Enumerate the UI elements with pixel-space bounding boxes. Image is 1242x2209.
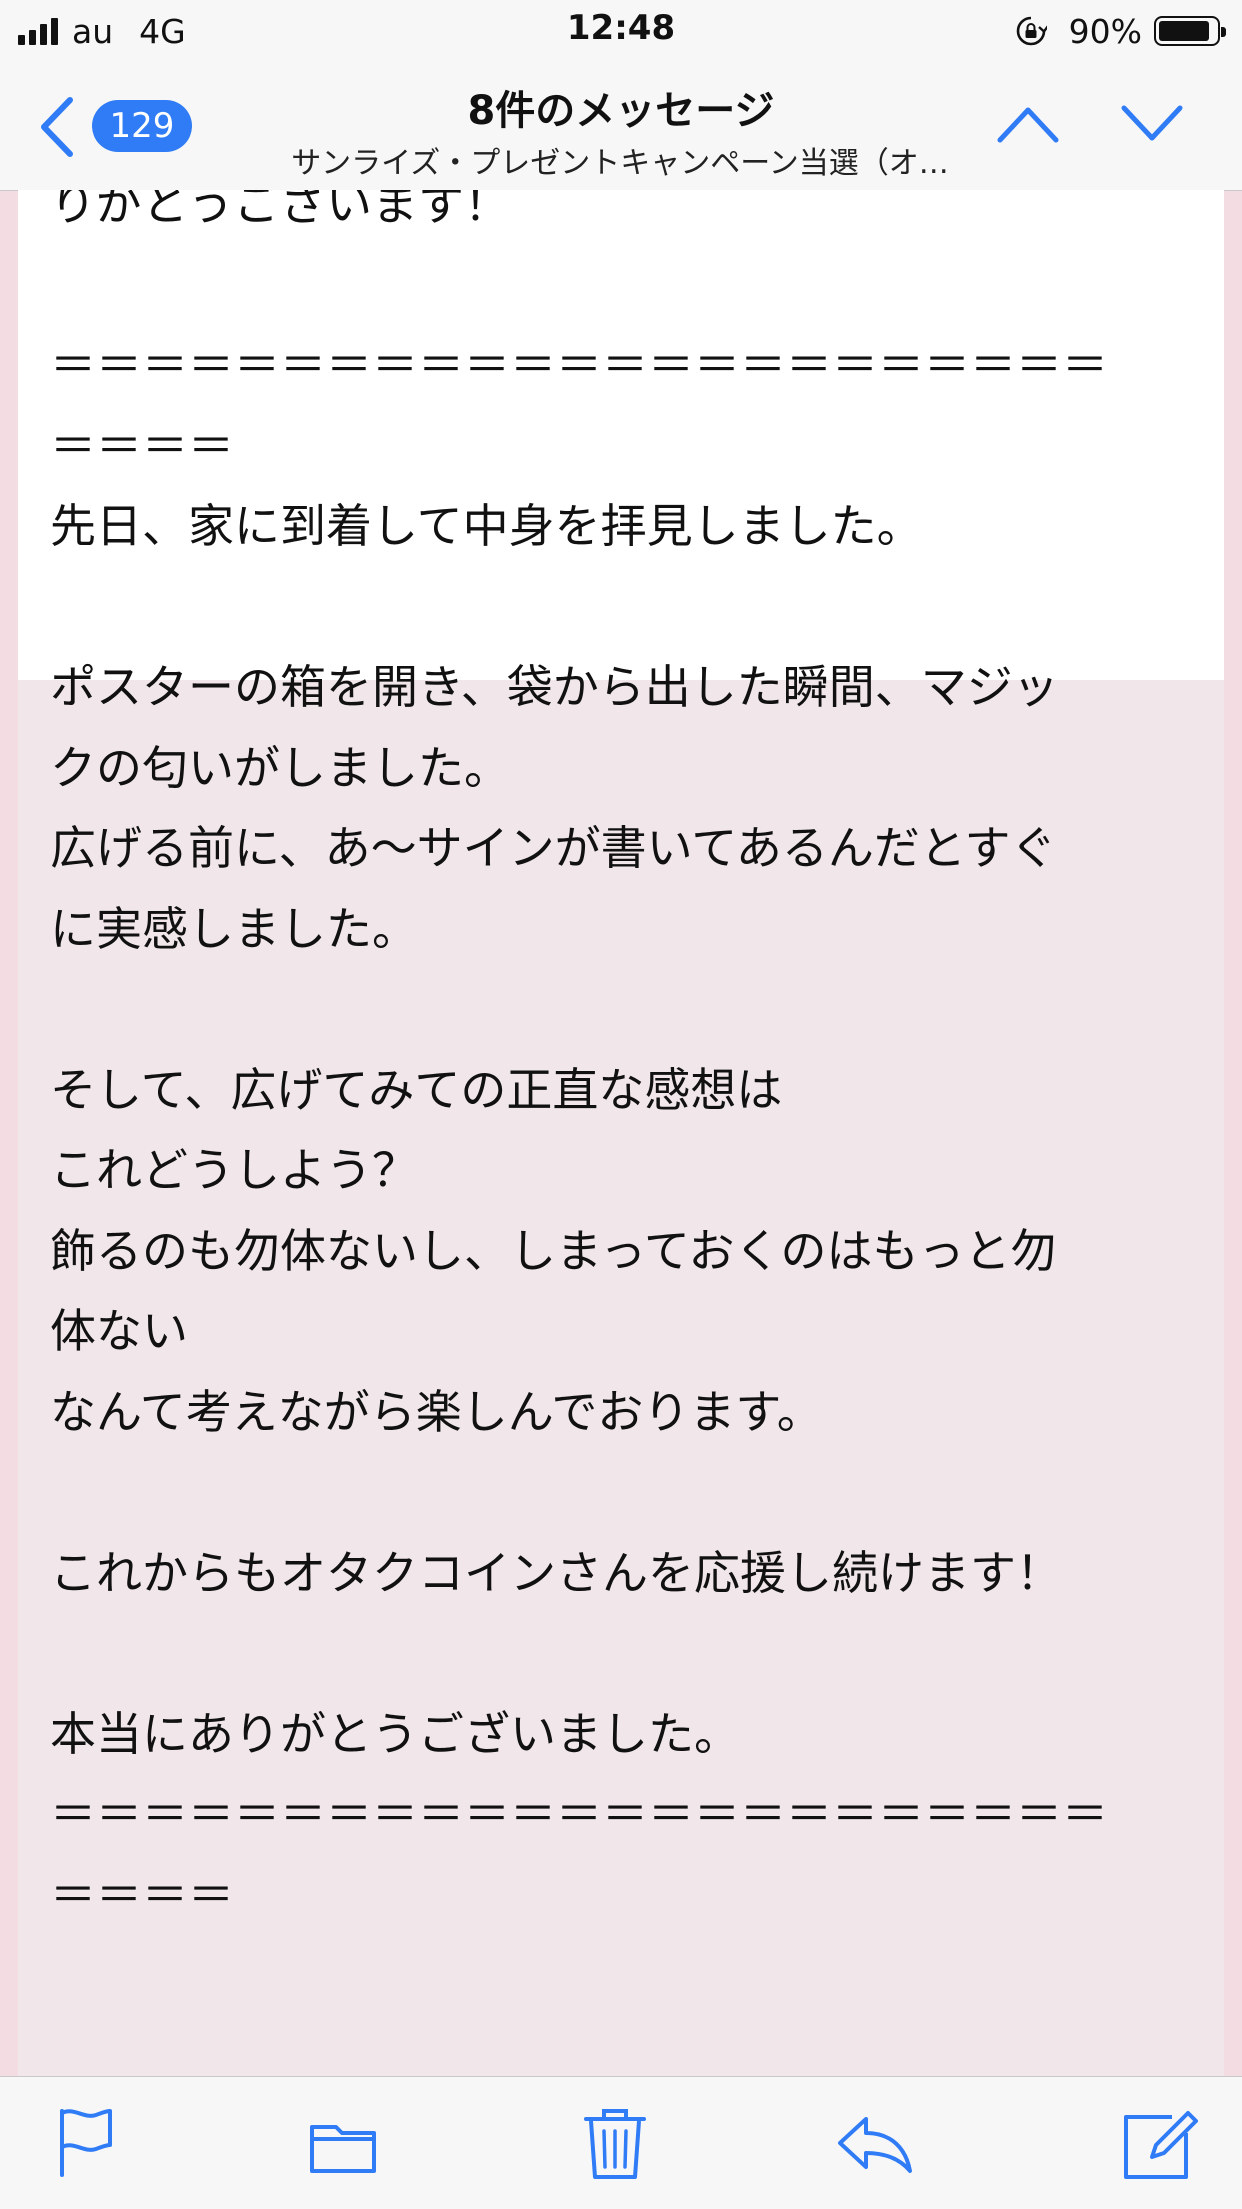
trash-icon	[584, 2109, 646, 2179]
nav-bar: 129 8件のメッセージ サンライズ・プレゼントキャンペーン当選（オ…	[0, 60, 1242, 191]
flag-button[interactable]	[50, 2105, 120, 2181]
reply-button[interactable]	[834, 2105, 914, 2181]
unread-count-badge[interactable]: 129	[92, 100, 192, 152]
message-body: りがとうございます！ ＝＝＝＝＝＝＝＝＝＝＝＝＝＝＝＝＝＝＝＝＝＝＝ ＝＝＝＝ …	[50, 190, 1108, 1925]
page-subtitle: サンライズ・プレゼントキャンペーン当選（オ…	[291, 146, 949, 181]
message-content[interactable]: りがとうございます！ ＝＝＝＝＝＝＝＝＝＝＝＝＝＝＝＝＝＝＝＝＝＝＝ ＝＝＝＝ …	[18, 190, 1224, 2076]
status-right: 90%	[1015, 10, 1226, 52]
compose-icon	[1124, 2111, 1198, 2179]
flag-icon	[60, 2109, 112, 2177]
chevron-up-icon[interactable]	[996, 102, 1060, 146]
folder-icon	[310, 2125, 376, 2173]
move-folder-button[interactable]	[308, 2105, 378, 2181]
rotation-lock-icon	[1016, 16, 1047, 46]
reply-icon	[838, 2117, 912, 2173]
trash-button[interactable]	[580, 2105, 650, 2181]
back-chevron-icon[interactable]	[36, 96, 76, 158]
compose-button[interactable]	[1122, 2105, 1198, 2181]
bottom-toolbar	[0, 2076, 1242, 2209]
battery-icon	[1154, 16, 1226, 46]
battery-percent: 90%	[1068, 11, 1142, 51]
status-bar: au 4G 12:48 90%	[0, 0, 1242, 60]
chevron-down-icon[interactable]	[1120, 102, 1184, 146]
page-title: 8件のメッセージ	[467, 88, 775, 134]
